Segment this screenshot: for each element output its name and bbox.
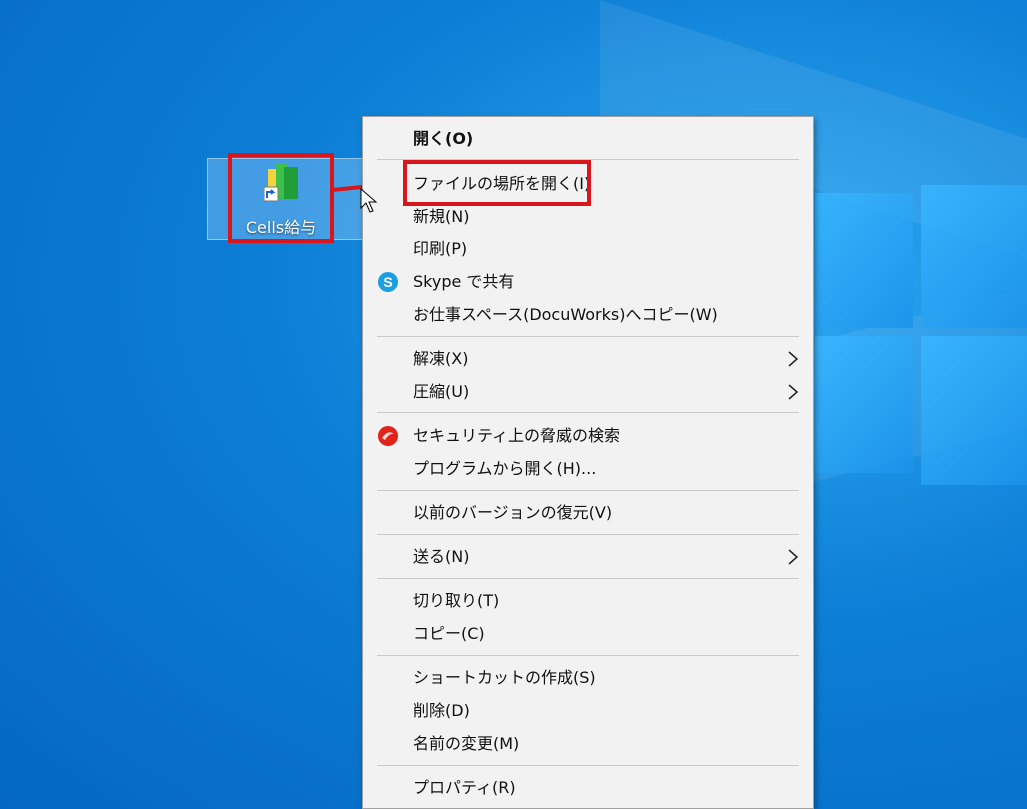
svg-text:S: S — [383, 274, 392, 290]
menu-separator — [377, 578, 799, 579]
menu-separator — [377, 655, 799, 656]
menu-item-highlight-box — [403, 160, 591, 206]
menu-item-docuworks-copy[interactable]: お仕事スペース(DocuWorks)へコピー(W) — [363, 300, 813, 330]
menu-item-properties[interactable]: プロパティ(R) — [363, 773, 813, 803]
menu-item-print[interactable]: 印刷(P) — [363, 234, 813, 264]
menu-separator — [377, 765, 799, 766]
menu-item-create-shortcut[interactable]: ショートカットの作成(S) — [363, 663, 813, 693]
chevron-right-icon — [788, 549, 799, 565]
menu-item-open[interactable]: 開く(O) — [363, 124, 813, 154]
context-menu: 開く(O) ファイルの場所を開く(I) 新規(N) 印刷(P) S Skype … — [362, 116, 814, 809]
menu-item-delete[interactable]: 削除(D) — [363, 696, 813, 726]
menu-item-skype-share[interactable]: S Skype で共有 — [363, 267, 813, 297]
menu-item-copy[interactable]: コピー(C) — [363, 619, 813, 649]
icon-highlight-box — [228, 153, 334, 243]
menu-item-restore-previous-versions[interactable]: 以前のバージョンの復元(V) — [363, 498, 813, 528]
menu-item-new[interactable]: 新規(N) — [363, 202, 813, 232]
security-scan-icon — [378, 426, 398, 446]
menu-item-cut[interactable]: 切り取り(T) — [363, 586, 813, 616]
menu-item-extract[interactable]: 解凍(X) — [363, 344, 813, 374]
menu-item-compress[interactable]: 圧縮(U) — [363, 377, 813, 407]
chevron-right-icon — [788, 351, 799, 367]
skype-icon: S — [378, 272, 398, 292]
menu-separator — [377, 534, 799, 535]
menu-separator — [377, 490, 799, 491]
mouse-cursor-icon — [360, 188, 378, 213]
menu-item-open-with[interactable]: プログラムから開く(H)... — [363, 454, 813, 484]
menu-item-rename[interactable]: 名前の変更(M) — [363, 729, 813, 759]
menu-separator — [377, 412, 799, 413]
menu-item-security-scan[interactable]: セキュリティ上の脅威の検索 — [363, 421, 813, 451]
chevron-right-icon — [788, 384, 799, 400]
menu-item-send-to[interactable]: 送る(N) — [363, 542, 813, 572]
menu-separator — [377, 336, 799, 337]
windows-logo — [815, 185, 1027, 485]
